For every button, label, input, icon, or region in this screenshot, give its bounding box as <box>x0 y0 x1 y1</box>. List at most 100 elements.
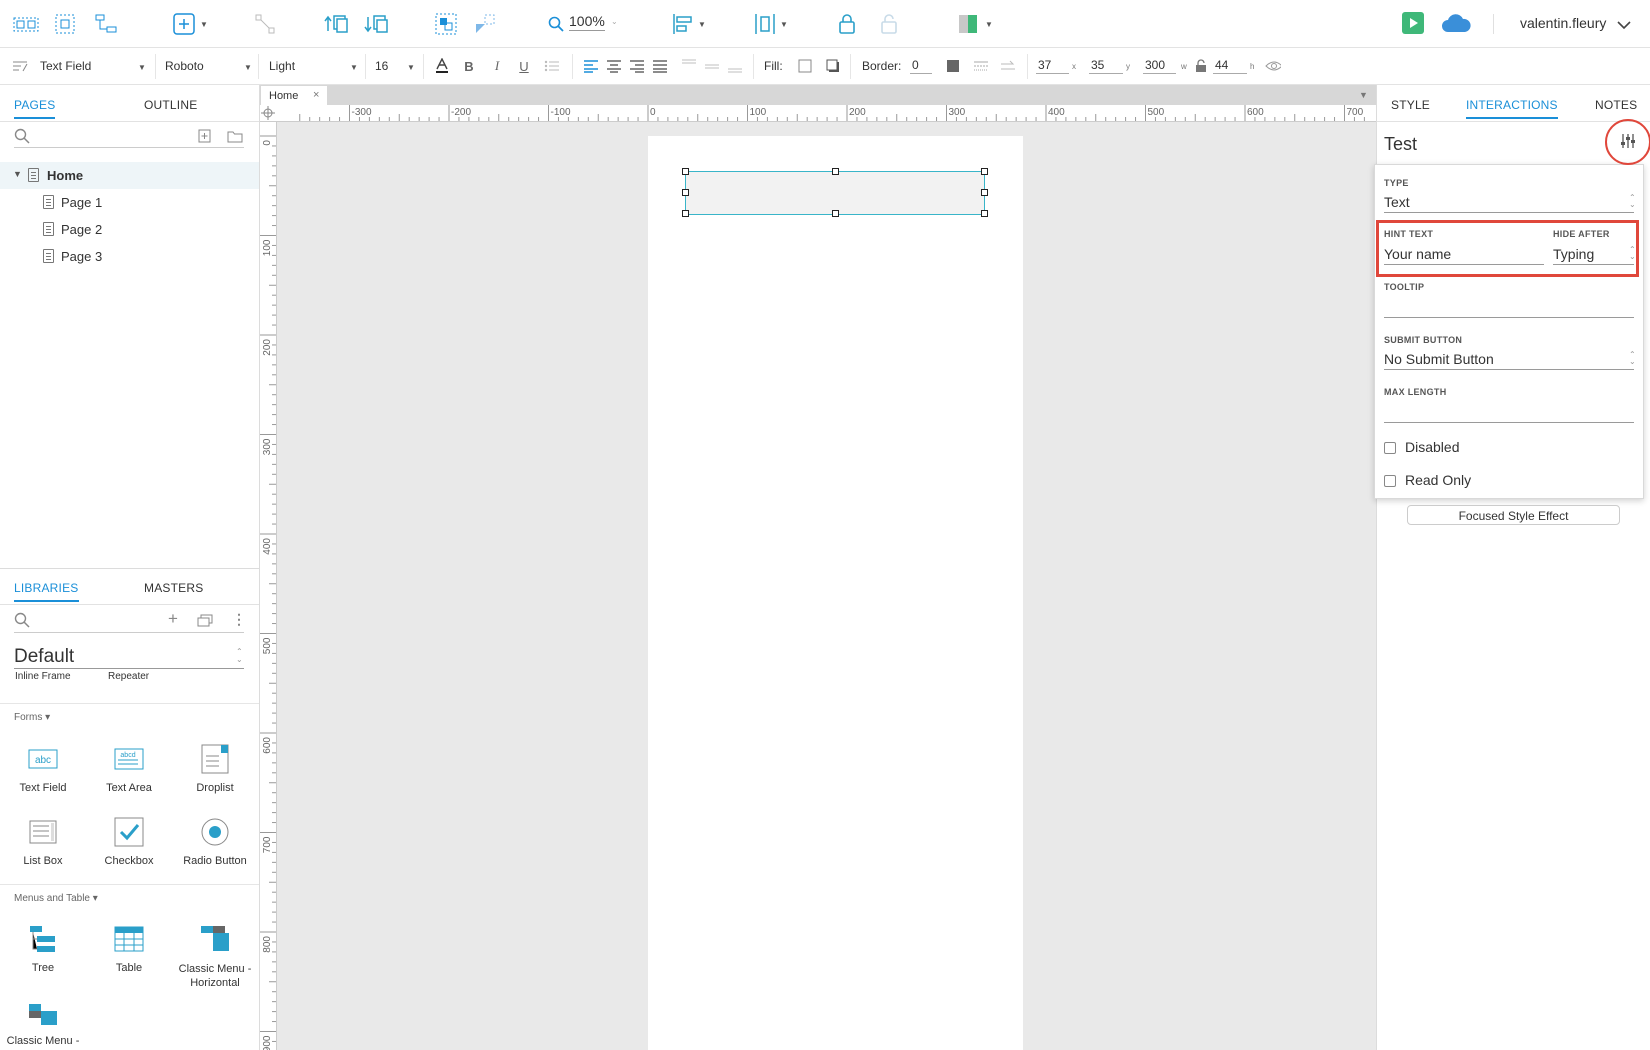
tab-style[interactable]: STYLE <box>1391 98 1430 112</box>
tab-interactions[interactable]: INTERACTIONS <box>1466 98 1558 119</box>
bring-forward-icon[interactable] <box>323 12 349 36</box>
text-justify-icon[interactable] <box>652 58 668 74</box>
y-position-input[interactable]: 35 <box>1089 58 1123 74</box>
page-canvas[interactable] <box>648 136 1023 1050</box>
library-item-text-area[interactable]: abcd Text Area <box>86 742 172 794</box>
zoom-level[interactable]: 100% <box>569 13 605 31</box>
text-align-left-icon[interactable] <box>583 58 599 74</box>
tab-masters[interactable]: MASTERS <box>144 581 203 595</box>
resize-handle[interactable] <box>832 168 839 175</box>
library-item-classic-menu-vertical[interactable]: Classic Menu - <box>0 995 86 1047</box>
valign-top-icon[interactable] <box>681 58 697 74</box>
font-weight-select[interactable]: Light <box>269 59 295 73</box>
tab-libraries[interactable]: LIBRARIES <box>14 581 79 602</box>
library-item-list-box[interactable]: List Box <box>0 815 86 867</box>
unlock-icon[interactable] <box>876 12 902 36</box>
read-only-label[interactable]: Read Only <box>1405 472 1471 488</box>
preview-icon[interactable] <box>1400 11 1426 35</box>
underline-icon[interactable]: U <box>516 58 532 74</box>
selected-text-field-widget[interactable] <box>682 168 988 217</box>
resize-handle[interactable] <box>682 189 689 196</box>
connector-tool-icon[interactable] <box>93 12 119 36</box>
font-weight-dropdown-icon[interactable]: ▼ <box>350 63 358 72</box>
font-size-dropdown-icon[interactable]: ▼ <box>407 63 415 72</box>
width-input[interactable]: 300 <box>1143 58 1176 74</box>
ungroup-icon[interactable] <box>472 12 498 36</box>
resize-handle[interactable] <box>981 189 988 196</box>
bullet-list-icon[interactable] <box>544 58 560 74</box>
library-search-icon[interactable] <box>14 612 30 628</box>
widget-type-dropdown-icon[interactable]: ▼ <box>138 63 146 72</box>
tab-outline[interactable]: OUTLINE <box>144 98 197 112</box>
border-color-swatch[interactable] <box>945 58 961 74</box>
line-style-icon[interactable] <box>973 58 989 74</box>
fill-color-swatch[interactable] <box>797 58 813 74</box>
x-position-input[interactable]: 37 <box>1036 58 1069 74</box>
bold-icon[interactable]: B <box>461 58 477 74</box>
split-dropdown-icon[interactable]: ▼ <box>985 20 993 29</box>
resize-handle[interactable] <box>682 210 689 217</box>
lock-icon[interactable] <box>834 12 860 36</box>
library-item-checkbox[interactable]: Checkbox <box>86 815 172 867</box>
point-tool-icon[interactable] <box>252 12 278 36</box>
group-icon[interactable] <box>433 12 459 36</box>
disabled-checkbox[interactable] <box>1384 442 1396 454</box>
font-family-select[interactable]: Roboto <box>165 59 204 73</box>
type-select[interactable]: Text <box>1384 194 1410 210</box>
aspect-lock-icon[interactable] <box>1193 58 1209 74</box>
resize-handle[interactable] <box>832 210 839 217</box>
type-updown-icon[interactable]: ⌃ ⌄ <box>1629 194 1636 209</box>
library-item-inline-frame[interactable]: Inline Frame <box>15 671 71 682</box>
library-item-droplist[interactable]: Droplist <box>172 742 258 794</box>
user-name[interactable]: valentin.fleury <box>1520 15 1606 31</box>
font-size-select[interactable]: 16 <box>375 59 388 73</box>
resize-handle[interactable] <box>981 168 988 175</box>
left-right-split-icon[interactable] <box>955 12 981 36</box>
horizontal-ruler[interactable]: -300 -200 -100 0 100 200 300 400 500 600 700 <box>275 105 1376 122</box>
more-options-icon[interactable]: ⋮ <box>232 611 246 628</box>
library-item-table[interactable]: Table <box>86 922 172 974</box>
library-item-repeater[interactable]: Repeater <box>108 671 149 682</box>
add-page-icon[interactable] <box>198 129 212 143</box>
add-folder-icon[interactable] <box>227 129 243 143</box>
valign-middle-icon[interactable] <box>704 58 720 74</box>
library-item-tree[interactable]: Tree <box>0 922 86 974</box>
italic-icon[interactable]: I <box>489 58 505 74</box>
border-width-input[interactable]: 0 <box>910 58 932 74</box>
disabled-label[interactable]: Disabled <box>1405 439 1459 455</box>
vertical-ruler[interactable]: 0 100 200 300 400 500 600 700 800 900 <box>260 122 277 1050</box>
menus-section-header[interactable]: Menus and Table ▾ <box>14 893 98 904</box>
align-left-icon[interactable] <box>670 12 696 36</box>
library-item-text-field[interactable]: abc Text Field <box>0 742 86 794</box>
read-only-checkbox[interactable] <box>1384 475 1396 487</box>
distribute-dropdown-icon[interactable]: ▼ <box>780 20 788 29</box>
send-backward-icon[interactable] <box>363 12 389 36</box>
library-updown-icon[interactable]: ⌃ ⌄ <box>236 648 243 664</box>
tab-menu-icon[interactable]: ▼ <box>1359 90 1368 100</box>
search-icon[interactable] <box>14 128 30 144</box>
tab-notes[interactable]: NOTES <box>1595 98 1637 112</box>
tab-pages[interactable]: PAGES <box>14 98 56 119</box>
cloud-icon[interactable] <box>1439 11 1473 35</box>
chevron-down-icon[interactable] <box>1611 13 1637 37</box>
font-family-dropdown-icon[interactable]: ▼ <box>244 63 252 72</box>
tab-home[interactable]: Home × <box>261 86 327 105</box>
resize-handle[interactable] <box>682 168 689 175</box>
insert-icon[interactable] <box>171 12 197 36</box>
page-item-page-2[interactable]: Page 2 <box>0 216 259 243</box>
add-library-icon[interactable]: + <box>168 609 178 629</box>
library-select[interactable]: Default <box>14 646 74 668</box>
library-item-radio-button[interactable]: Radio Button <box>172 815 258 867</box>
library-folder-icon[interactable] <box>197 614 213 627</box>
page-item-page-1[interactable]: Page 1 <box>0 189 259 216</box>
widget-type-select[interactable]: Text Field <box>40 59 91 73</box>
resize-handle[interactable] <box>981 210 988 217</box>
close-tab-icon[interactable]: × <box>313 89 319 101</box>
expand-triangle-icon[interactable]: ▼ <box>13 169 22 179</box>
focused-style-effect-button[interactable]: Focused Style Effect <box>1407 505 1620 525</box>
page-item-page-3[interactable]: Page 3 <box>0 243 259 270</box>
submit-button-select[interactable]: No Submit Button <box>1384 351 1494 367</box>
distribute-icon[interactable] <box>752 12 778 36</box>
submit-updown-icon[interactable]: ⌃ ⌄ <box>1629 351 1636 366</box>
valign-bottom-icon[interactable] <box>727 58 743 74</box>
